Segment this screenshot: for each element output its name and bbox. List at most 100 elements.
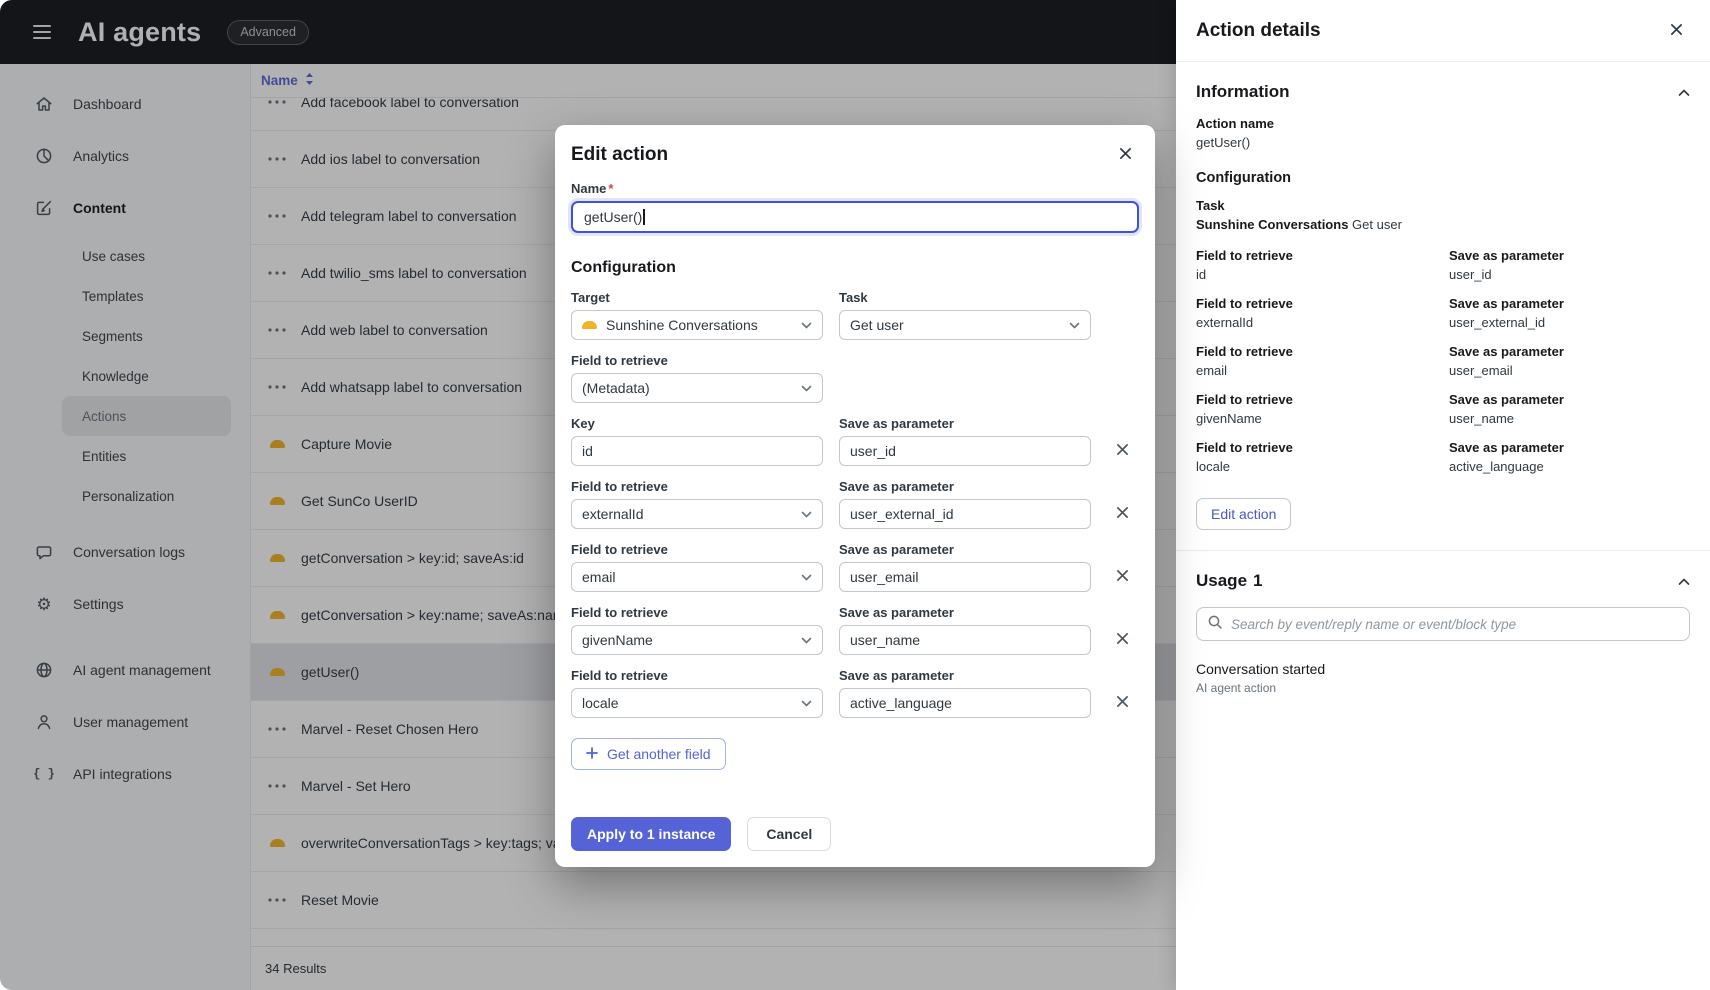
field-parameter-list: Field to retrieve id Save as parameter u… bbox=[1196, 248, 1690, 474]
name-input[interactable]: getUser() bbox=[571, 201, 1139, 233]
collapse-usage-button[interactable] bbox=[1678, 574, 1690, 589]
select-value: email bbox=[582, 569, 616, 585]
save-as-parameter-value: user_name bbox=[1449, 411, 1515, 426]
target-select[interactable]: Sunshine Conversations bbox=[571, 310, 823, 340]
edit-action-button[interactable]: Edit action bbox=[1196, 498, 1292, 530]
field-to-retrieve-select[interactable]: locale bbox=[571, 688, 823, 718]
chevron-down-icon bbox=[801, 574, 812, 581]
save-as-parameter-input[interactable] bbox=[839, 499, 1091, 529]
field-to-retrieve-label: Field to retrieve bbox=[571, 542, 668, 557]
select-value: externalId bbox=[582, 506, 644, 522]
modal-close-button[interactable] bbox=[1111, 141, 1139, 169]
save-as-parameter-input[interactable] bbox=[839, 625, 1091, 655]
metadata-select[interactable]: (Metadata) bbox=[571, 373, 823, 403]
field-mapping-row: Field to retrieve email Save as paramete… bbox=[571, 542, 1139, 592]
usage-heading: Usage 1 bbox=[1196, 571, 1263, 590]
remove-field-button[interactable] bbox=[1107, 562, 1137, 592]
field-to-retrieve-select[interactable]: email bbox=[571, 562, 823, 592]
save-as-parameter-input[interactable] bbox=[839, 562, 1091, 592]
usage-item-title: Conversation started bbox=[1196, 661, 1326, 677]
close-icon bbox=[1116, 506, 1129, 522]
save-as-parameter-value: user_id bbox=[1449, 267, 1492, 282]
collapse-information-button[interactable] bbox=[1678, 85, 1690, 100]
panel-close-button[interactable] bbox=[1662, 17, 1690, 45]
field-to-retrieve-value: givenName bbox=[1196, 411, 1262, 426]
name-label: Name * bbox=[571, 181, 614, 196]
field-to-retrieve-select[interactable]: givenName bbox=[571, 625, 823, 655]
select-value: locale bbox=[582, 695, 619, 711]
field-to-retrieve-label: Field to retrieve bbox=[1196, 440, 1293, 455]
required-asterisk: * bbox=[608, 181, 614, 196]
field-to-retrieve-select[interactable]: externalId bbox=[571, 499, 823, 529]
field-parameter-pair: Field to retrieve email Save as paramete… bbox=[1196, 344, 1690, 378]
chevron-up-icon bbox=[1678, 574, 1690, 589]
field-parameter-pair: Field to retrieve externalId Save as par… bbox=[1196, 296, 1690, 330]
action-name-value: getUser() bbox=[1196, 135, 1251, 150]
field-mapping-row: Field to retrieve locale Save as paramet… bbox=[571, 668, 1139, 718]
usage-count: 1 bbox=[1253, 571, 1263, 590]
remove-field-button[interactable] bbox=[1107, 625, 1137, 655]
panel-title: Action details bbox=[1196, 19, 1321, 41]
field-to-retrieve-label: Field to retrieve bbox=[1196, 344, 1293, 359]
save-as-parameter-label: Save as parameter bbox=[1449, 344, 1564, 359]
chevron-down-icon bbox=[801, 637, 812, 644]
save-as-parameter-input[interactable] bbox=[839, 436, 1091, 466]
save-as-parameter-input[interactable] bbox=[839, 688, 1091, 718]
select-value: Get user bbox=[850, 317, 904, 333]
get-another-field-button[interactable]: Get another field bbox=[571, 738, 726, 770]
edit-action-modal: Edit action Name * getUser() Configuratio… bbox=[555, 125, 1155, 867]
field-parameter-pair: Field to retrieve givenName Save as para… bbox=[1196, 392, 1690, 426]
task-value: Sunshine Conversations Get user bbox=[1196, 217, 1402, 232]
save-as-parameter-label: Save as parameter bbox=[839, 668, 954, 683]
field-to-retrieve-value: externalId bbox=[1196, 315, 1254, 330]
field-to-retrieve-label: Field to retrieve bbox=[571, 479, 668, 494]
select-value: Sunshine Conversations bbox=[606, 317, 758, 333]
field-to-retrieve-label: Field to retrieve bbox=[571, 353, 668, 368]
save-as-parameter-label: Save as parameter bbox=[839, 542, 954, 557]
field-to-retrieve-value: locale bbox=[1196, 459, 1230, 474]
field-to-retrieve-label: Field to retrieve bbox=[1196, 296, 1293, 311]
text-caret bbox=[643, 209, 646, 225]
close-icon bbox=[1116, 443, 1129, 459]
cancel-button[interactable]: Cancel bbox=[747, 817, 832, 851]
task-select[interactable]: Get user bbox=[839, 310, 1091, 340]
select-value: givenName bbox=[582, 632, 653, 648]
chevron-up-icon bbox=[1678, 85, 1690, 100]
remove-field-button[interactable] bbox=[1107, 499, 1137, 529]
plus-icon bbox=[586, 746, 598, 762]
remove-field-button[interactable] bbox=[1107, 436, 1137, 466]
save-as-parameter-label: Save as parameter bbox=[1449, 440, 1564, 455]
save-as-parameter-value: active_language bbox=[1449, 459, 1544, 474]
key-input[interactable] bbox=[571, 436, 823, 466]
apply-button[interactable]: Apply to 1 instance bbox=[571, 817, 732, 851]
ai-agents-app: AI agents Advanced Dashboard Analytics C… bbox=[0, 0, 1710, 990]
chevron-down-icon bbox=[801, 322, 812, 329]
sunshine-icon bbox=[582, 321, 597, 329]
close-icon bbox=[1670, 23, 1683, 39]
chevron-down-icon bbox=[801, 700, 812, 707]
field-parameter-pair: Field to retrieve locale Save as paramet… bbox=[1196, 440, 1690, 474]
save-as-parameter-value: user_email bbox=[1449, 363, 1513, 378]
action-name-label: Action name bbox=[1196, 116, 1275, 131]
target-task-row: Target Sunshine Conversations Task Get u… bbox=[571, 290, 1139, 340]
save-as-parameter-label: Save as parameter bbox=[839, 479, 954, 494]
remove-field-button[interactable] bbox=[1107, 688, 1137, 718]
save-as-parameter-label: Save as parameter bbox=[839, 605, 954, 620]
save-as-parameter-label: Save as parameter bbox=[839, 416, 954, 431]
save-as-parameter-label: Save as parameter bbox=[1449, 296, 1564, 311]
save-as-parameter-label: Save as parameter bbox=[1449, 248, 1564, 263]
information-heading: Information bbox=[1196, 82, 1290, 101]
target-label: Target bbox=[571, 290, 610, 305]
key-label: Key bbox=[571, 416, 595, 431]
usage-search-input[interactable] bbox=[1231, 616, 1679, 632]
save-as-parameter-label: Save as parameter bbox=[1449, 392, 1564, 407]
usage-list-item[interactable]: Conversation started AI agent action bbox=[1196, 661, 1690, 695]
modal-title: Edit action bbox=[571, 144, 669, 165]
configuration-heading: Configuration bbox=[1196, 170, 1292, 186]
field-to-retrieve-label: Field to retrieve bbox=[1196, 248, 1293, 263]
section-divider bbox=[1176, 550, 1710, 551]
save-as-parameter-value: user_external_id bbox=[1449, 315, 1546, 330]
field-to-retrieve-label: Field to retrieve bbox=[571, 668, 668, 683]
search-icon bbox=[1207, 614, 1223, 635]
close-icon bbox=[1116, 695, 1129, 711]
